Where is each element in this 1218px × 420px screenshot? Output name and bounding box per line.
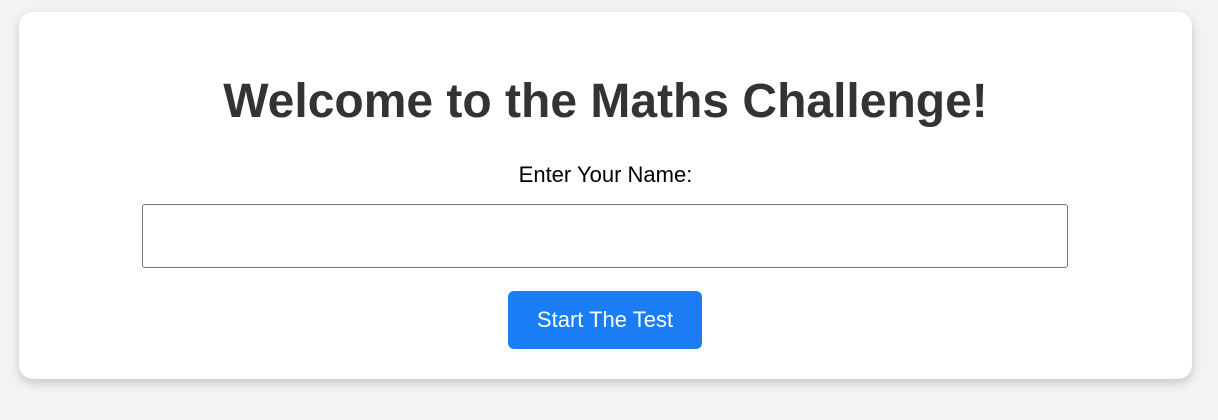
page-title: Welcome to the Maths Challenge!: [223, 75, 988, 128]
name-label: Enter Your Name:: [518, 162, 693, 187]
start-test-button[interactable]: Start The Test: [508, 291, 702, 349]
welcome-card: Welcome to the Maths Challenge! Enter Yo…: [19, 12, 1192, 379]
name-input[interactable]: [142, 204, 1068, 268]
